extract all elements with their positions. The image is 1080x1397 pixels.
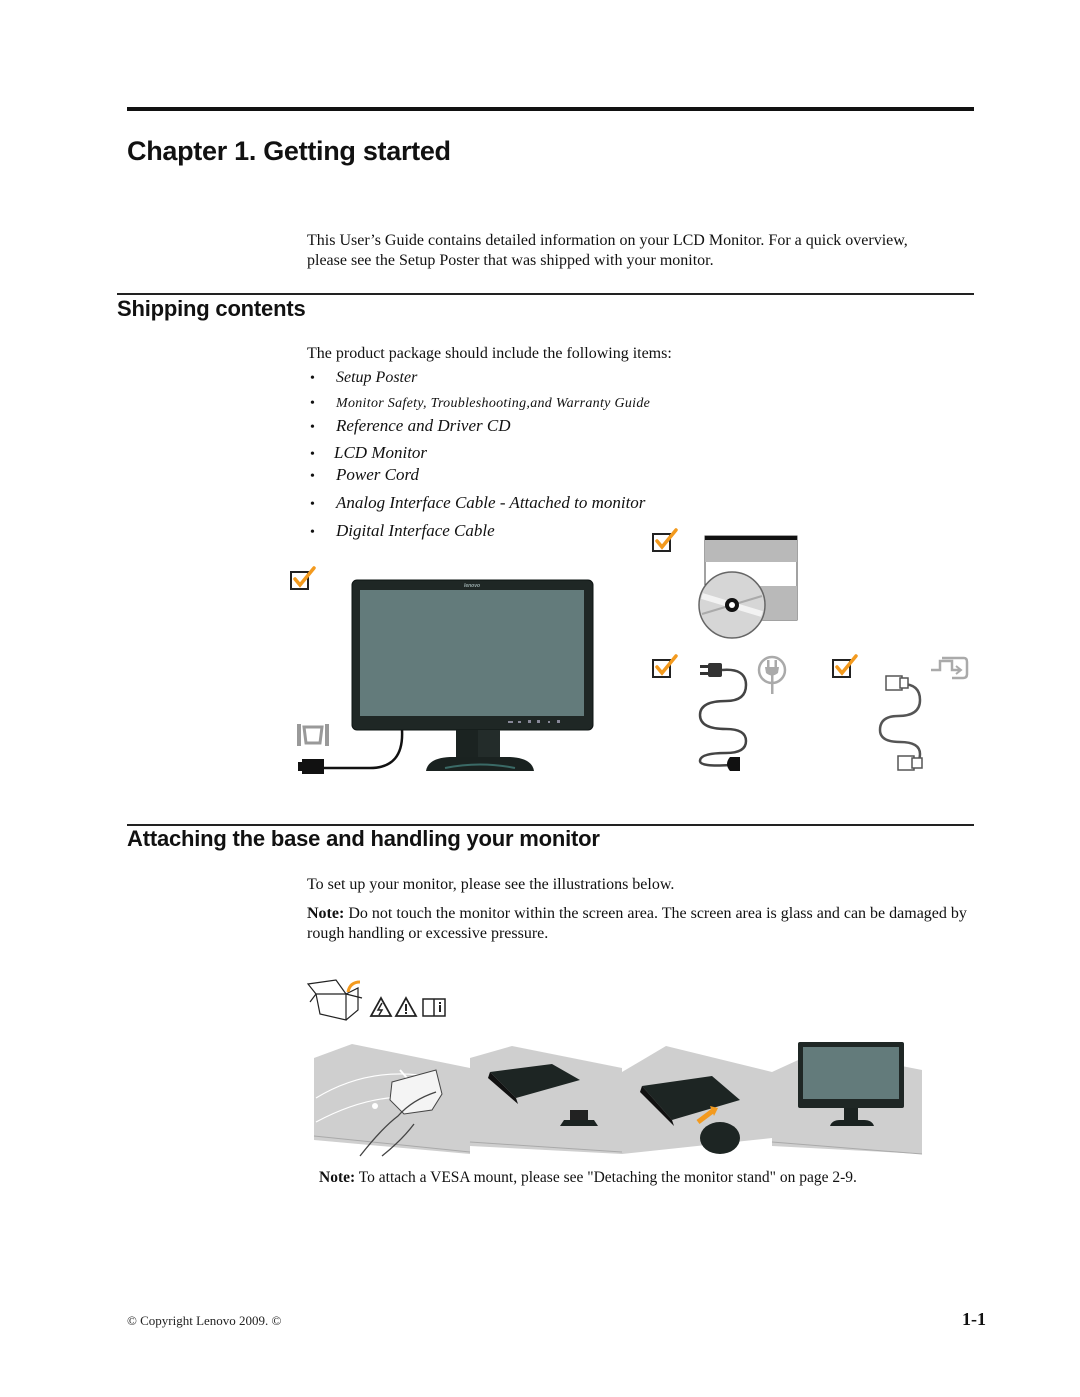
list-item-text: Reference and Driver CD (336, 416, 511, 435)
list-item: • Monitor Safety, Troubleshooting,and War… (310, 396, 651, 411)
setup-steps-illustration (313, 1042, 923, 1157)
attaching-note: Note: Do not touch the monitor within th… (307, 904, 967, 944)
note-text: Do not touch the monitor within the scre… (307, 905, 967, 942)
monitor-brand-logo: lenovo (464, 583, 480, 589)
list-item-text: LCD Monitor (334, 443, 428, 462)
list-item: • Analog Interface Cable - Attached to mo… (310, 493, 646, 512)
section-heading-shipping: Shipping contents (117, 296, 306, 321)
power-plug-icon (757, 655, 787, 694)
step-clean-surface (313, 1044, 471, 1157)
list-item: • Reference and Driver CD (310, 416, 511, 435)
electric-hazard-icon (369, 996, 393, 1017)
cd-icon (698, 535, 798, 639)
list-item-text: Monitor Safety, Troubleshooting,and Warr… (336, 396, 651, 411)
checkbox-check-icon (290, 566, 316, 590)
vesa-note-text: To attach a VESA mount, please see "Deta… (358, 1169, 857, 1186)
checkbox-check-icon (832, 654, 858, 678)
info-manual-icon (422, 998, 446, 1017)
shipping-lead: The product package should include the f… (307, 345, 672, 362)
vesa-note-label: Note: (319, 1169, 356, 1186)
chapter-title: Chapter 1. Getting started (127, 136, 451, 166)
list-item: • Power Cord (310, 465, 419, 484)
attaching-lead: To set up your monitor, please see the i… (307, 876, 675, 893)
checkbox-check-icon (652, 654, 678, 678)
list-item: • Digital Interface Cable (310, 521, 495, 540)
list-item: • Setup Poster (310, 369, 418, 386)
step-stand-monitor-upright (771, 1042, 923, 1155)
step-place-monitor-facedown (469, 1046, 623, 1154)
vesa-note: Note: To attach a VESA mount, please see… (319, 1168, 857, 1188)
checkbox-check-icon (652, 528, 678, 552)
analog-cable-illustration (298, 729, 404, 774)
chapter-top-rule (127, 107, 974, 111)
caution-icon (394, 996, 418, 1017)
copyright-text: © Copyright Lenovo 2009. © (127, 1313, 282, 1328)
section-heading-attaching: Attaching the base and handling your mon… (127, 826, 600, 851)
chapter-intro: This User’s Guide contains detailed info… (307, 232, 908, 269)
list-item-text: Analog Interface Cable - Attached to mon… (336, 493, 646, 512)
digital-cable-illustration (878, 675, 923, 771)
list-item: • LCD Monitor (310, 443, 428, 462)
open-box-icon (306, 979, 363, 1021)
dvi-port-icon (931, 656, 969, 680)
step-attach-base (622, 1046, 772, 1154)
power-cord-illustration (698, 663, 748, 771)
section-rule-shipping (117, 293, 974, 295)
note-label: Note: (307, 905, 345, 922)
list-item-text: Setup Poster (336, 369, 418, 386)
page-number: 1-1 (962, 1309, 986, 1329)
list-item-text: Digital Interface Cable (336, 521, 495, 540)
list-item-text: Power Cord (336, 465, 419, 484)
